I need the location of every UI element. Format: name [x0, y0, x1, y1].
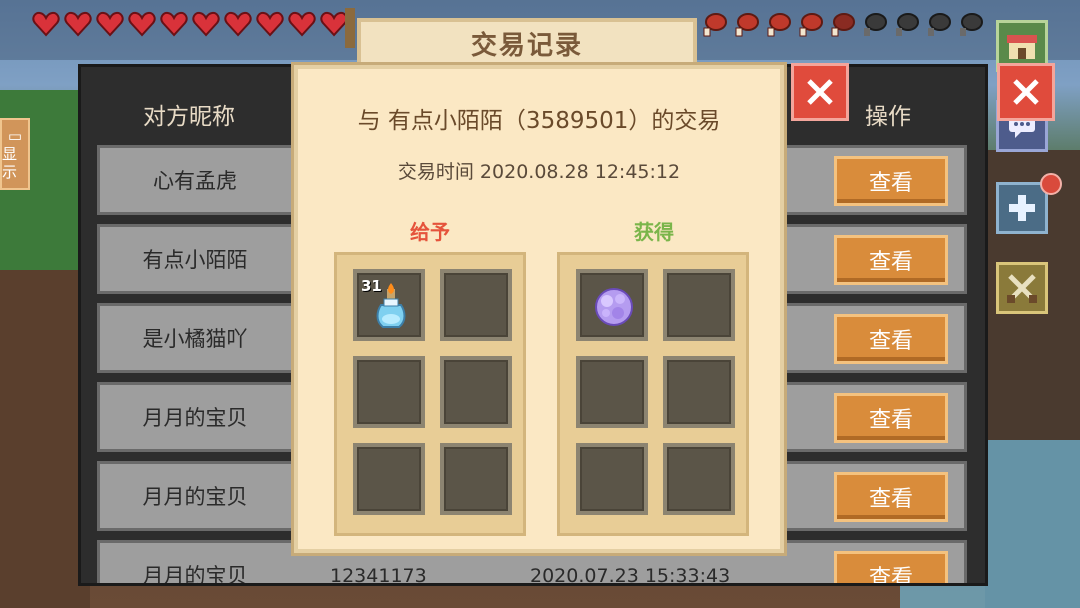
meat-empty-icon — [956, 10, 984, 38]
inventory-slot[interactable] — [353, 443, 425, 515]
sign-post — [345, 8, 355, 48]
close-icon — [807, 79, 833, 105]
plus-icon — [1009, 195, 1035, 221]
heart-icon — [64, 10, 92, 38]
receive-slots — [557, 252, 749, 536]
row-nickname: 是小橘猫吖 — [142, 327, 248, 351]
health-bar — [32, 10, 348, 38]
inventory-slot[interactable] — [440, 443, 512, 515]
heart-icon — [320, 10, 348, 38]
trade-detail-dialog: 与 有点小陌陌（3589501）的交易 交易时间 2020.08.28 12:4… — [294, 65, 784, 553]
heart-icon — [192, 10, 220, 38]
heart-icon — [96, 10, 124, 38]
purple-ore-icon — [595, 288, 633, 326]
give-slots: 31 — [334, 252, 526, 536]
row-nickname: 月月的宝贝 — [142, 564, 248, 586]
view-button[interactable]: 查看 — [834, 156, 948, 206]
show-toggle-label: 显示 — [2, 145, 18, 181]
column-header-nickname: 对方昵称 — [143, 104, 235, 130]
inventory-slot[interactable] — [663, 356, 735, 428]
view-button[interactable]: 查看 — [834, 472, 948, 522]
meat-empty-icon — [924, 10, 952, 38]
view-button[interactable]: 查看 — [834, 551, 948, 583]
meat-icon — [828, 10, 856, 38]
column-header-action: 操作 — [865, 104, 911, 130]
view-button[interactable]: 查看 — [834, 314, 948, 364]
meat-icon — [764, 10, 792, 38]
row-nickname: 月月的宝贝 — [142, 406, 248, 430]
item-count: 31 — [361, 277, 382, 295]
heart-icon — [128, 10, 156, 38]
chat-bubble-icon: ▭ — [7, 127, 23, 145]
heart-icon — [256, 10, 284, 38]
meat-empty-icon — [860, 10, 888, 38]
inventory-slot[interactable] — [663, 443, 735, 515]
battle-button[interactable] — [996, 262, 1048, 314]
scene-ground — [0, 270, 90, 608]
inventory-slot[interactable] — [576, 443, 648, 515]
row-player-id: 12341173 — [330, 565, 427, 586]
heart-icon — [224, 10, 252, 38]
crossed-swords-icon — [1007, 274, 1037, 303]
hunger-bar — [700, 10, 984, 38]
heart-icon — [32, 10, 60, 38]
inventory-slot[interactable] — [440, 269, 512, 341]
close-dialog-button[interactable] — [791, 63, 849, 121]
show-toggle-tab[interactable]: ▭ 显示 — [0, 118, 30, 190]
row-trade-time: 2020.07.23 15:33:43 — [530, 565, 731, 586]
inventory-slot[interactable] — [576, 269, 648, 341]
view-button[interactable]: 查看 — [834, 393, 948, 443]
give-label: 给予 — [410, 220, 450, 244]
close-icon — [1013, 79, 1039, 105]
notification-dot — [1040, 173, 1062, 195]
inventory-slot[interactable]: 31 — [353, 269, 425, 341]
view-button[interactable]: 查看 — [834, 235, 948, 285]
close-list-button[interactable] — [997, 63, 1055, 121]
heart-icon — [160, 10, 188, 38]
row-nickname: 有点小陌陌 — [142, 248, 248, 272]
heart-icon — [288, 10, 316, 38]
inventory-slot[interactable] — [353, 356, 425, 428]
trade-time: 交易时间 2020.08.28 12:45:12 — [397, 161, 681, 183]
meat-icon — [732, 10, 760, 38]
dialog-title: 与 有点小陌陌（3589501）的交易 — [357, 108, 721, 134]
inventory-slot[interactable] — [576, 356, 648, 428]
row-nickname: 心有孟虎 — [153, 169, 237, 193]
add-button[interactable] — [996, 182, 1048, 234]
meat-empty-icon — [892, 10, 920, 38]
inventory-slot[interactable] — [663, 269, 735, 341]
meat-icon — [796, 10, 824, 38]
get-label: 获得 — [634, 220, 674, 244]
meat-icon — [700, 10, 728, 38]
row-nickname: 月月的宝贝 — [142, 485, 248, 509]
inventory-slot[interactable] — [440, 356, 512, 428]
shop-icon — [1007, 35, 1037, 59]
page-title: 交易记录 — [357, 18, 697, 68]
